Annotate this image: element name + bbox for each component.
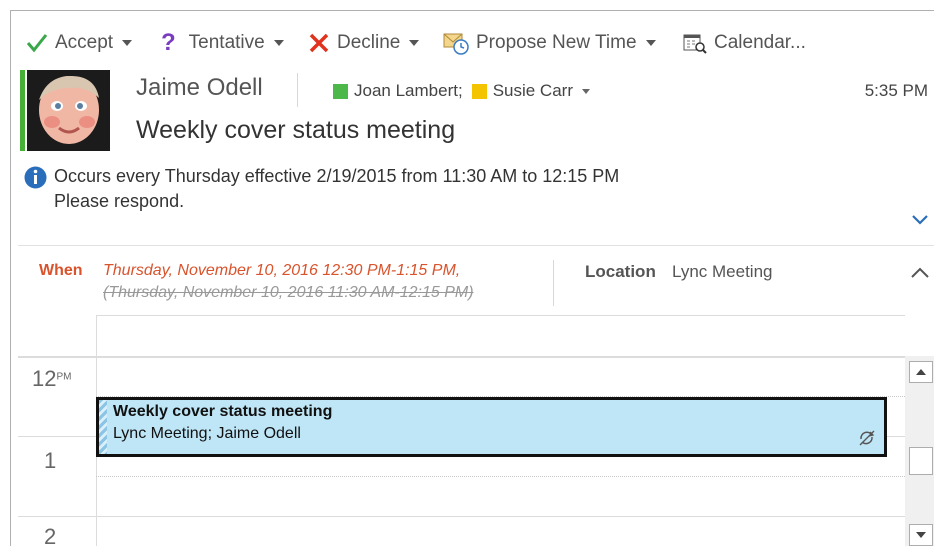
question-mark-icon: ? <box>161 29 176 56</box>
decline-label: Decline <box>337 32 401 53</box>
chevron-down-icon[interactable] <box>911 214 929 226</box>
envelope-clock-icon <box>443 33 469 55</box>
recipient-name[interactable]: Joan Lambert; <box>354 81 463 101</box>
sender-name[interactable]: Jaime Odell <box>136 74 263 102</box>
recurrence-text: Occurs every Thursday effective 2/19/201… <box>54 166 620 186</box>
tentative-button[interactable]: ? Tentative <box>161 28 284 58</box>
hour-label-1: 1 <box>44 448 57 473</box>
tentative-dropdown-icon[interactable] <box>273 40 284 46</box>
avatar[interactable] <box>27 70 110 151</box>
hour-label-2: 2 <box>44 524 57 549</box>
meeting-block-subtitle: Lync Meeting; Jaime Odell <box>113 425 301 442</box>
scroll-up-button[interactable] <box>909 361 933 383</box>
window-border-top <box>10 10 934 11</box>
avatar-photo <box>27 70 110 151</box>
recurrence-icon <box>859 430 875 446</box>
calendar-search-icon <box>683 34 707 54</box>
when-value: Thursday, November 10, 2016 12:30 PM-1:1… <box>103 262 461 279</box>
tentative-stripe <box>99 400 107 454</box>
triangle-up-icon <box>916 369 926 375</box>
propose-dropdown-icon[interactable] <box>645 40 656 46</box>
half-hour-line <box>96 476 905 477</box>
hour-line <box>18 516 905 517</box>
info-bar: Occurs every Thursday effective 2/19/201… <box>54 164 619 214</box>
tentative-label: Tentative <box>188 32 265 53</box>
meeting-block-title: Weekly cover status meeting <box>113 403 333 420</box>
calendar-label: Calendar... <box>714 32 806 53</box>
scroll-thumb[interactable] <box>909 447 933 475</box>
when-label: When <box>39 262 83 279</box>
x-icon <box>309 33 329 53</box>
location-label: Location <box>585 262 656 281</box>
recipient-name[interactable]: Susie Carr <box>493 81 573 101</box>
details-divider <box>553 260 554 306</box>
window-border-left <box>10 10 11 546</box>
accept-dropdown-icon[interactable] <box>122 40 133 46</box>
decline-button[interactable]: Decline <box>308 28 420 58</box>
received-time: 5:35 PM <box>864 81 928 100</box>
chevron-up-icon[interactable] <box>910 267 930 279</box>
section-divider <box>18 245 934 246</box>
accept-button[interactable]: Accept <box>26 28 133 58</box>
recipient-presence-icon <box>471 83 487 99</box>
decline-dropdown-icon[interactable] <box>409 40 420 46</box>
hour-line <box>18 356 905 358</box>
accent-bar <box>20 70 25 151</box>
header-divider <box>297 73 298 107</box>
respond-text: Please respond. <box>54 191 185 211</box>
location-value: Lync Meeting <box>672 262 773 281</box>
info-icon <box>24 166 47 189</box>
calendar-button[interactable]: Calendar... <box>683 28 806 58</box>
hour-label-12: 12PM <box>32 366 72 391</box>
recipient-presence-icon <box>333 83 348 99</box>
meeting-subject: Weekly cover status meeting <box>136 116 456 144</box>
recipients-list[interactable]: Joan Lambert; Susie Carr <box>333 81 590 101</box>
recipients-expand-icon[interactable] <box>582 88 590 94</box>
when-previous: (Thursday, November 10, 2016 11:30 AM-12… <box>103 284 474 301</box>
accept-label: Accept <box>55 32 114 53</box>
checkmark-icon <box>26 34 48 53</box>
triangle-down-icon <box>916 532 926 538</box>
scroll-down-button[interactable] <box>909 524 933 546</box>
propose-new-time-button[interactable]: Propose New Time <box>443 28 656 58</box>
calendar-top-line <box>96 315 905 316</box>
propose-label: Propose New Time <box>476 32 637 53</box>
